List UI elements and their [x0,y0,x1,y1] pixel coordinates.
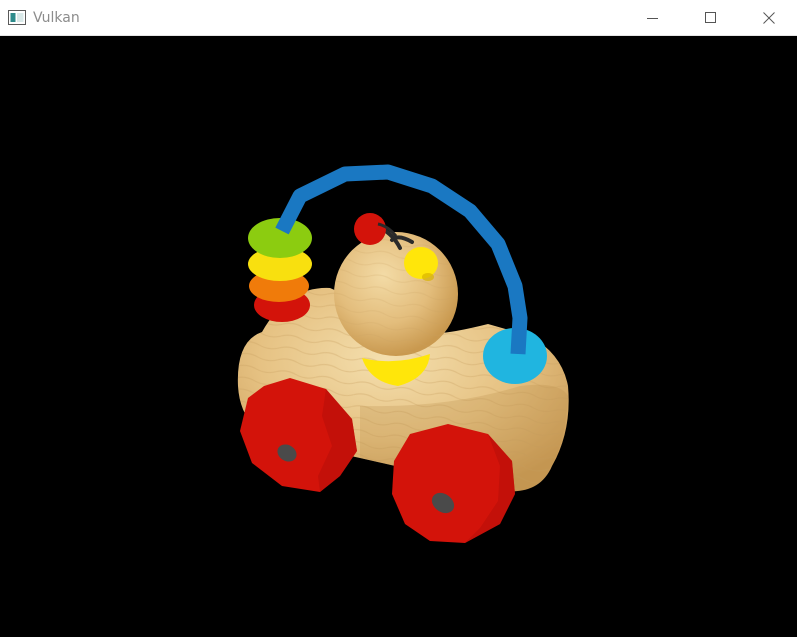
window-app-icon [8,10,26,25]
window-title: Vulkan [33,10,80,26]
rendered-scene [237,164,569,543]
minimize-icon [647,18,658,19]
render-viewport[interactable] [0,36,797,637]
window-titlebar: Vulkan [0,0,797,36]
close-button[interactable] [740,0,797,36]
toy-head [334,232,458,356]
minimize-button[interactable] [624,0,682,36]
ring-stack [248,218,312,322]
maximize-button[interactable] [682,0,740,36]
yellow-nose [404,247,438,279]
maximize-icon [705,12,716,23]
close-icon [763,12,775,24]
